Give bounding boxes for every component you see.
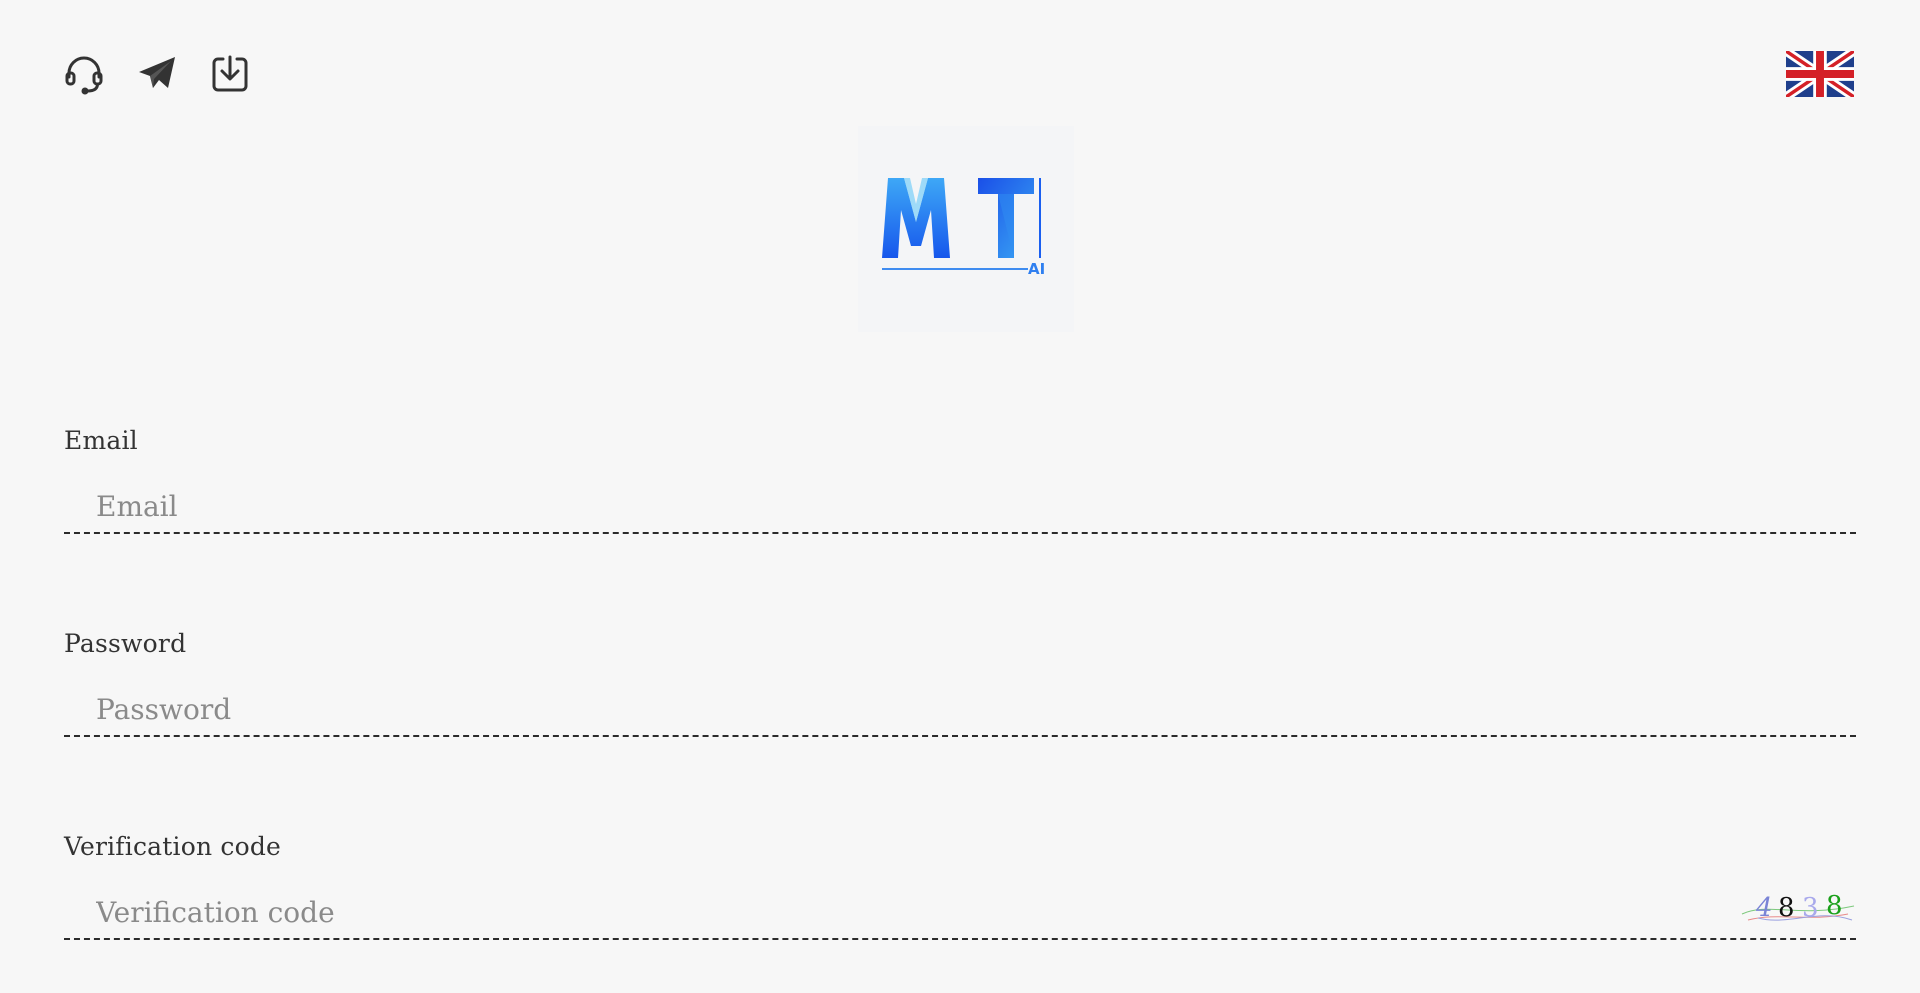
password-label: Password	[64, 629, 187, 658]
headset-icon[interactable]	[62, 52, 106, 96]
captcha-digit: 3	[1802, 893, 1819, 923]
logo-ai-text: AI	[1028, 260, 1045, 278]
password-input[interactable]	[96, 689, 1596, 729]
password-row	[64, 689, 1856, 737]
top-toolbar	[62, 52, 281, 96]
brand-logo: AI	[858, 126, 1074, 332]
captcha-image[interactable]: 4 8 3 8	[1738, 882, 1856, 928]
uk-flag-icon[interactable]	[1786, 51, 1854, 97]
captcha-digit: 8	[1778, 893, 1795, 923]
email-field-group: Email	[64, 426, 1856, 534]
verification-field-group: Verification code 4 8 3 8	[64, 832, 1856, 940]
verification-label: Verification code	[64, 832, 282, 861]
verification-input[interactable]	[96, 892, 1596, 932]
login-page: AI Email Password Verification code 4	[0, 0, 1920, 993]
email-row	[64, 486, 1856, 534]
email-label: Email	[64, 426, 138, 455]
password-field-group: Password	[64, 629, 1856, 737]
telegram-icon[interactable]	[135, 52, 179, 96]
email-input[interactable]	[96, 486, 1596, 526]
download-icon[interactable]	[208, 52, 252, 96]
captcha-digit: 8	[1826, 891, 1843, 921]
verification-row: 4 8 3 8	[64, 891, 1856, 940]
captcha-digit: 4	[1755, 893, 1773, 923]
